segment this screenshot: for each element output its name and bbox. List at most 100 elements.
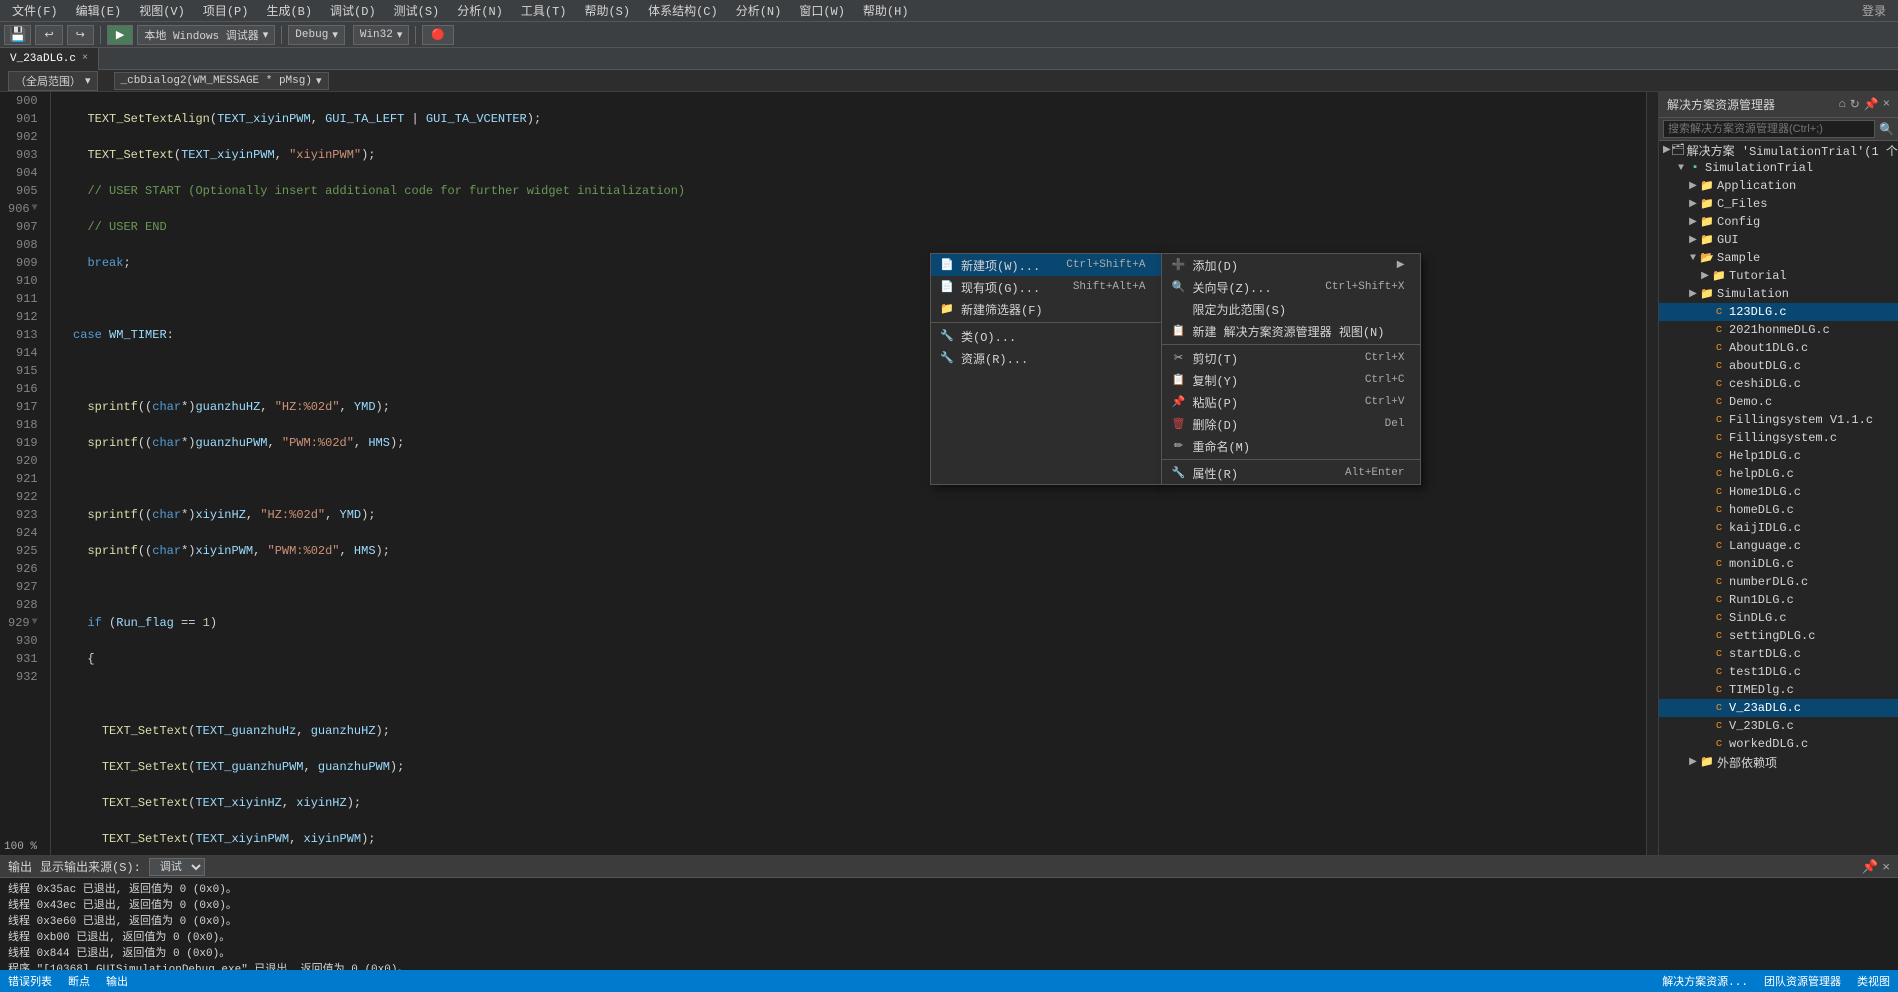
tree-file-help1[interactable]: c Help1DLG.c bbox=[1659, 447, 1898, 465]
run-config-dropdown[interactable]: 本地 Windows 调试器 ▾ bbox=[137, 25, 275, 45]
panel-home-btn[interactable]: ⌂ bbox=[1839, 97, 1846, 112]
panel-close-btn[interactable]: × bbox=[1883, 97, 1890, 112]
menu-tools[interactable]: 工具(T) bbox=[513, 0, 575, 21]
ctx-rename[interactable]: ✏ 重命名(M) bbox=[1162, 435, 1420, 457]
menu-window[interactable]: 窗口(W) bbox=[791, 0, 853, 21]
simulation-expand: ▶ bbox=[1687, 288, 1699, 300]
menu-debug[interactable]: 调试(D) bbox=[322, 0, 384, 21]
dropdown-arrow: ▾ bbox=[263, 28, 269, 42]
panel-refresh-btn[interactable]: ↻ bbox=[1850, 97, 1860, 112]
tree-folder-gui[interactable]: ▶ 📁 GUI bbox=[1659, 231, 1898, 249]
editor-scrollbar[interactable] bbox=[1646, 92, 1658, 855]
menu-build[interactable]: 生成(B) bbox=[258, 0, 320, 21]
tree-file-setting[interactable]: c settingDLG.c bbox=[1659, 627, 1898, 645]
ctx-paste[interactable]: 📌 粘贴(P) Ctrl+V bbox=[1162, 391, 1420, 413]
tree-file-number[interactable]: c numberDLG.c bbox=[1659, 573, 1898, 591]
menu-analyze[interactable]: 分析(N) bbox=[449, 0, 511, 21]
tree-file-demo[interactable]: c Demo.c bbox=[1659, 393, 1898, 411]
tree-folder-application[interactable]: ▶ 📁 Application bbox=[1659, 177, 1898, 195]
tree-file-v23a[interactable]: c V_23aDLG.c bbox=[1659, 699, 1898, 717]
tree-folder-config[interactable]: ▶ 📁 Config bbox=[1659, 213, 1898, 231]
ctx-resource[interactable]: 🔧 资源(R)... bbox=[931, 347, 1161, 369]
tree-file-about1[interactable]: c About1DLG.c bbox=[1659, 339, 1898, 357]
tree-folder-tutorial[interactable]: ▶ 📁 Tutorial bbox=[1659, 267, 1898, 285]
tree-project[interactable]: ▼ ▪ SimulationTrial bbox=[1659, 159, 1898, 177]
tree-external-deps[interactable]: ▶ 📁 外部依赖项 bbox=[1659, 753, 1898, 771]
tree-folder-cfiles[interactable]: ▶ 📁 C_Files bbox=[1659, 195, 1898, 213]
output-btn[interactable]: 输出 bbox=[106, 973, 128, 989]
tree-file-v23[interactable]: c V_23DLG.c bbox=[1659, 717, 1898, 735]
menu-project[interactable]: 项目(P) bbox=[195, 0, 257, 21]
ctx-class[interactable]: 🔧 类(O)... bbox=[931, 325, 1161, 347]
ctx-scope[interactable]: 限定为此范围(S) bbox=[1162, 298, 1420, 320]
breakpoint-btn[interactable]: 🔴 bbox=[422, 25, 454, 45]
menu-help2[interactable]: 帮助(H) bbox=[855, 0, 917, 21]
tree-file-sin[interactable]: c SinDLG.c bbox=[1659, 609, 1898, 627]
error-list-btn[interactable]: 错误列表 bbox=[8, 973, 52, 989]
tree-file-about[interactable]: c aboutDLG.c bbox=[1659, 357, 1898, 375]
ctx-properties[interactable]: 🔧 属性(R) Alt+Enter bbox=[1162, 462, 1420, 484]
tree-file-lang[interactable]: c Language.c bbox=[1659, 537, 1898, 555]
tree-file-worked[interactable]: c workedDLG.c bbox=[1659, 735, 1898, 753]
tree-file-run1[interactable]: c Run1DLG.c bbox=[1659, 591, 1898, 609]
config-dropdown[interactable]: Debug ▾ bbox=[288, 25, 345, 45]
menu-arch[interactable]: 体系结构(C) bbox=[640, 0, 726, 21]
tree-file-fill[interactable]: c Fillingsystem.c bbox=[1659, 429, 1898, 447]
scope-left-selector[interactable]: （全局范围） ▾ bbox=[8, 71, 98, 91]
menu-view[interactable]: 视图(V) bbox=[131, 0, 193, 21]
panel-pin-btn[interactable]: 📌 bbox=[1864, 97, 1879, 112]
panel-close-btn2[interactable]: × bbox=[1882, 859, 1890, 875]
panel-pin-btn2[interactable]: 📌 bbox=[1862, 859, 1879, 875]
ln-908: 908 bbox=[8, 236, 42, 254]
search-icon[interactable]: 🔍 bbox=[1879, 122, 1894, 137]
redo-btn[interactable]: ↪ bbox=[67, 25, 94, 45]
tree-file-home1[interactable]: c Home1DLG.c bbox=[1659, 483, 1898, 501]
ctx-wizard[interactable]: 🔍 关向导(Z)... Ctrl+Shift+X bbox=[1162, 276, 1420, 298]
ctx-new-view[interactable]: 📋 新建 解决方案资源管理器 视图(N) bbox=[1162, 320, 1420, 342]
tree-folder-sample[interactable]: ▼ 📂 Sample bbox=[1659, 249, 1898, 267]
file-2021-label: 2021honmeDLG.c bbox=[1729, 323, 1830, 337]
tree-file-2021[interactable]: c 2021honmeDLG.c bbox=[1659, 321, 1898, 339]
platform-dropdown[interactable]: Win32 ▾ bbox=[353, 25, 410, 45]
tree-file-123dlg[interactable]: c 123DLG.c bbox=[1659, 303, 1898, 321]
breakpoints-btn[interactable]: 断点 bbox=[68, 973, 90, 989]
menu-analyze2[interactable]: 分析(N) bbox=[728, 0, 790, 21]
tree-root[interactable]: ▶ 🗂 解决方案 'SimulationTrial'(1 个项目) bbox=[1659, 141, 1898, 159]
tree-file-kaiji[interactable]: c kaijIDLG.c bbox=[1659, 519, 1898, 537]
menu-file[interactable]: 文件(F) bbox=[4, 0, 66, 21]
source-select[interactable]: 调试 bbox=[149, 858, 205, 876]
login-label[interactable]: 登录 bbox=[1862, 2, 1894, 19]
ctx-existing-item[interactable]: 📄 现有项(G)... Shift+Alt+A bbox=[931, 276, 1161, 298]
tree-file-start[interactable]: c startDLG.c bbox=[1659, 645, 1898, 663]
sol-explorer-btn[interactable]: 解决方案资源... bbox=[1662, 973, 1748, 989]
scope-right-selector[interactable]: _cbDialog2(WM_MESSAGE * pMsg) ▾ bbox=[114, 72, 329, 90]
tree-file-ceshi[interactable]: c ceshiDLG.c bbox=[1659, 375, 1898, 393]
tab-close-btn[interactable]: × bbox=[82, 53, 88, 64]
tree-file-moni[interactable]: c moniDLG.c bbox=[1659, 555, 1898, 573]
ctx-cut[interactable]: ✂ 剪切(T) Ctrl+X bbox=[1162, 347, 1420, 369]
tree-file-fillv1[interactable]: c Fillingsystem V1.1.c bbox=[1659, 411, 1898, 429]
menu-test[interactable]: 测试(S) bbox=[386, 0, 448, 21]
undo-btn[interactable]: ↩ bbox=[35, 25, 62, 45]
ctx-copy[interactable]: 📋 复制(Y) Ctrl+C bbox=[1162, 369, 1420, 391]
tree-file-help[interactable]: c helpDLG.c bbox=[1659, 465, 1898, 483]
ctx-new-item[interactable]: 📄 新建项(W)... Ctrl+Shift+A bbox=[931, 254, 1161, 276]
class-view-btn[interactable]: 类视图 bbox=[1857, 973, 1890, 989]
ctx-add[interactable]: ➕ 添加(D) ▶ bbox=[1162, 254, 1420, 276]
tree-file-test1[interactable]: c test1DLG.c bbox=[1659, 663, 1898, 681]
ext-label: 外部依赖项 bbox=[1717, 754, 1777, 771]
team-explorer-btn[interactable]: 团队资源管理器 bbox=[1764, 973, 1841, 989]
tree-folder-simulation[interactable]: ▶ 📁 Simulation bbox=[1659, 285, 1898, 303]
save-all-btn[interactable]: 💾 bbox=[4, 25, 31, 45]
search-input[interactable] bbox=[1663, 120, 1875, 138]
run-btn[interactable]: ▶ bbox=[107, 25, 133, 45]
file-icon-fillv1: c bbox=[1711, 414, 1727, 426]
menu-help[interactable]: 帮助(S) bbox=[576, 0, 638, 21]
tree-file-time[interactable]: c TIMEDlg.c bbox=[1659, 681, 1898, 699]
ctx-new-filter[interactable]: 📁 新建筛选器(F) bbox=[931, 298, 1161, 320]
menu-edit[interactable]: 编辑(E) bbox=[68, 0, 130, 21]
ctx-delete[interactable]: 🗑 删除(D) Del bbox=[1162, 413, 1420, 435]
file-tab[interactable]: V_23aDLG.c × bbox=[0, 48, 99, 70]
tree-file-home[interactable]: c homeDLG.c bbox=[1659, 501, 1898, 519]
ctx-copy-shortcut: Ctrl+C bbox=[1365, 374, 1405, 386]
